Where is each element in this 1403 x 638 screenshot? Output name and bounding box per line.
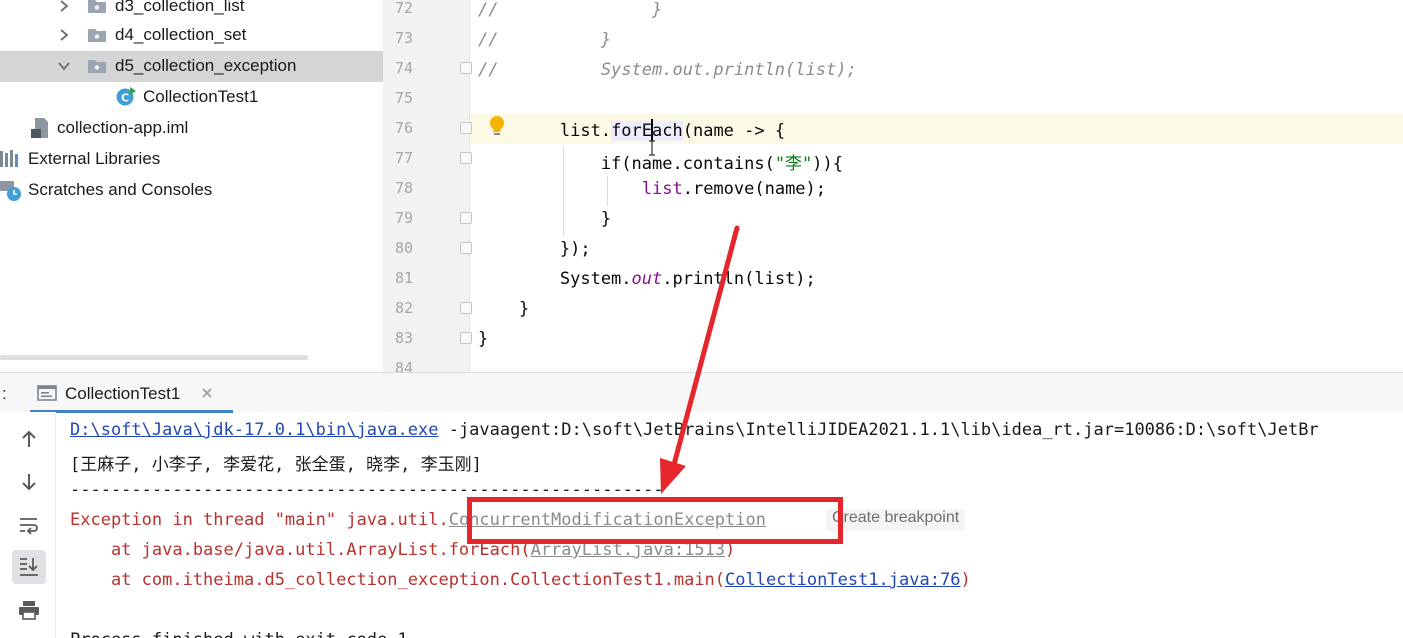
fold-marker[interactable] xyxy=(460,62,472,74)
tree-item-label: CollectionTest1 xyxy=(143,87,259,106)
line-number: 76 xyxy=(394,119,413,137)
code-line-76: list.forEach(name -> { xyxy=(478,119,786,141)
console-output-line: [王麻子, 小李子, 李爱花, 张全蛋, 晓李, 李玉刚] xyxy=(70,455,482,475)
package-folder-icon xyxy=(88,0,106,13)
fold-marker[interactable] xyxy=(460,242,472,254)
line-number: 82 xyxy=(394,299,413,317)
module-file-icon xyxy=(31,118,48,138)
tree-item-collectiontest1[interactable]: C CollectionTest1 xyxy=(0,82,383,113)
chevron-down-icon[interactable] xyxy=(56,58,72,74)
chevron-right-icon[interactable] xyxy=(56,27,72,43)
fold-marker[interactable] xyxy=(460,332,472,344)
soft-wrap-icon xyxy=(20,518,38,535)
scroll-up-button[interactable] xyxy=(12,422,46,456)
scroll-to-end-button[interactable] xyxy=(12,550,46,584)
line-number: 74 xyxy=(394,59,413,77)
fold-marker[interactable] xyxy=(460,212,472,224)
library-icon xyxy=(0,150,18,167)
java-class-run-icon: C xyxy=(116,87,136,106)
stack-trace-line: at com.itheima.d5_collection_exception.C… xyxy=(70,570,971,590)
tree-item-d3-collection-list[interactable]: d3_collection_list xyxy=(0,0,383,22)
tree-item-d5-collection-exception[interactable]: d5_collection_exception xyxy=(0,51,383,82)
svg-text:C: C xyxy=(121,92,129,105)
tab-collectiontest1[interactable]: CollectionTest1 xyxy=(30,373,233,413)
fold-marker[interactable] xyxy=(460,152,472,164)
text-caret xyxy=(651,119,654,141)
mouse-cursor-icon xyxy=(649,140,655,156)
line-number: 77 xyxy=(394,149,413,167)
code-line-80: }); xyxy=(478,239,591,259)
trace-prefix: at com.itheima.d5_collection_exception.C… xyxy=(70,570,726,590)
exception-prefix: Exception in thread "main" java.util. xyxy=(70,510,449,530)
fold-marker[interactable] xyxy=(460,302,472,314)
console-tab-icon xyxy=(37,385,57,401)
gutter-separator xyxy=(469,0,470,372)
tree-item-label: d4_collection_set xyxy=(115,25,247,44)
chevron-right-icon[interactable] xyxy=(56,0,72,14)
code-editor[interactable]: 72 73 74 75 76 77 78 79 80 81 82 83 84 /… xyxy=(383,0,1403,372)
print-button[interactable] xyxy=(12,593,46,627)
code-line-79: } xyxy=(478,209,612,229)
run-tool-window-header: : CollectionTest1 xyxy=(0,372,1403,413)
run-toolbar xyxy=(0,412,56,638)
package-folder-icon xyxy=(88,60,106,73)
line-number: 81 xyxy=(394,269,413,287)
process-exit-line: Process finished with exit code 1 xyxy=(70,630,408,638)
tree-item-d4-collection-set[interactable]: d4_collection_set xyxy=(0,20,383,51)
line-number: 79 xyxy=(394,209,413,227)
line-number: 72 xyxy=(394,0,413,17)
code-line-77: if(name.contains("李")){ xyxy=(478,154,844,174)
tree-horizontal-scrollbar[interactable] xyxy=(0,355,308,360)
trace-prefix: at java.base/java.util.ArrayList.forEach… xyxy=(70,540,531,560)
tree-item-label: d5_collection_exception xyxy=(115,56,297,75)
line-number: 78 xyxy=(394,179,413,197)
command-args: -javaagent:D:\soft\JetBrains\IntelliJIDE… xyxy=(438,420,1319,440)
run-panel-prefix: : xyxy=(2,384,7,403)
annotation-highlight-box xyxy=(467,497,843,544)
code-line-78: list.remove(name); xyxy=(641,179,827,199)
line-number: 80 xyxy=(394,239,413,257)
trace-suffix: ) xyxy=(960,570,971,590)
tree-item-scratches-and-consoles[interactable]: Scratches and Consoles xyxy=(0,175,383,206)
java-exe-link[interactable]: D:\soft\Java\jdk-17.0.1\bin\java.exe xyxy=(70,420,438,440)
line-number: 84 xyxy=(394,359,413,372)
down-arrow-icon xyxy=(22,474,36,491)
fold-marker[interactable] xyxy=(460,122,472,134)
tree-item-label: External Libraries xyxy=(28,149,161,168)
line-number: 75 xyxy=(394,89,413,107)
print-icon xyxy=(19,601,39,620)
collectiontest1-source-link[interactable]: CollectionTest1.java:76 xyxy=(725,570,960,590)
tree-item-label: Scratches and Consoles xyxy=(28,180,213,199)
project-tree: d3_collection_list d4_collection_set d5_… xyxy=(0,0,383,372)
tree-item-label: collection-app.iml xyxy=(57,118,189,137)
line-number: 83 xyxy=(394,329,413,347)
tree-item-collection-app-iml[interactable]: collection-app.iml xyxy=(0,113,383,144)
code-line-81: System.out.println(list); xyxy=(478,269,816,289)
tab-label: CollectionTest1 xyxy=(65,384,181,403)
soft-wrap-button[interactable] xyxy=(12,508,46,542)
code-line-83: } xyxy=(478,329,489,349)
scroll-down-button[interactable] xyxy=(12,465,46,499)
close-icon[interactable] xyxy=(201,387,213,399)
code-line-74: // System.out.println(list); xyxy=(478,60,857,80)
console-command-line: D:\soft\Java\jdk-17.0.1\bin\java.exe -ja… xyxy=(70,420,1319,440)
code-line-72: // } xyxy=(478,0,663,20)
scratches-icon xyxy=(0,181,21,201)
package-folder-icon xyxy=(88,29,106,42)
tree-item-external-libraries[interactable]: External Libraries xyxy=(0,144,383,175)
code-line-82: } xyxy=(478,299,530,319)
create-breakpoint-link[interactable]: Create breakpoint xyxy=(826,509,966,531)
line-number: 73 xyxy=(394,29,413,47)
tree-item-label: d3_collection_list xyxy=(115,0,245,15)
up-arrow-icon xyxy=(22,430,36,447)
code-line-73: // } xyxy=(478,30,612,50)
scroll-to-end-icon xyxy=(20,558,38,576)
